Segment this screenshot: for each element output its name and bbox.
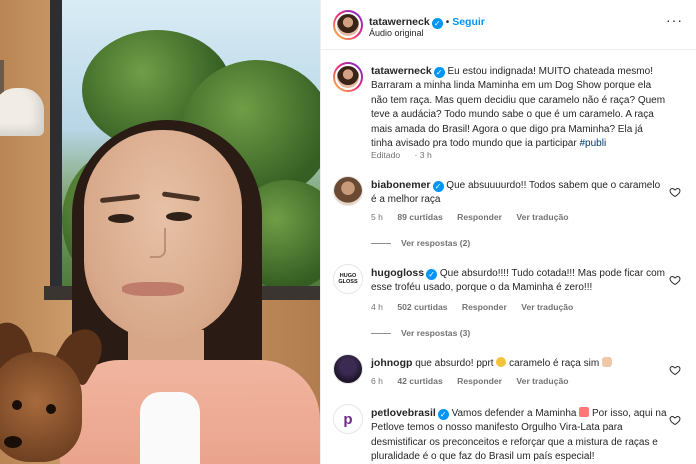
comment-body-continued: caramelo é raça sim: [509, 358, 600, 369]
clap-emoji-icon: [601, 357, 612, 367]
translate-button[interactable]: Ver tradução: [521, 302, 573, 312]
audio-label[interactable]: Áudio original: [369, 28, 424, 38]
white-tee: [140, 392, 200, 464]
reply-button[interactable]: Responder: [462, 302, 507, 312]
comment-meta: 6 h 42 curtidas Responder Ver tradução: [371, 376, 580, 386]
like-count[interactable]: 42 curtidas: [397, 376, 442, 386]
dog-nose: [4, 436, 22, 448]
comment-item: HUGO GLOSS hugogloss ✓ Que absurdo!!!! Tu…: [333, 264, 685, 348]
more-options-icon[interactable]: ···: [666, 12, 683, 28]
avatar[interactable]: [333, 354, 363, 384]
avatar[interactable]: [333, 10, 363, 40]
lips: [122, 282, 184, 296]
post-panel: tatawerneck ✓ • Seguir Áudio original ··· t…: [320, 0, 696, 464]
view-replies-button[interactable]: Ver respostas (3): [371, 328, 470, 338]
comment-item: biabonemer ✓ Que absuuuurdo!! Todos sabem…: [333, 176, 685, 256]
eye: [166, 212, 192, 221]
post-photo[interactable]: [0, 0, 320, 464]
verified-badge-icon: ✓: [432, 181, 444, 192]
hashtag-link[interactable]: #publi: [579, 138, 606, 149]
comment-item: johnogp que absurdo! pprt caramelo é raç…: [333, 354, 685, 394]
sos-emoji-icon: [579, 407, 590, 417]
separator-dot: •: [445, 17, 450, 28]
lamp: [0, 88, 44, 136]
like-count[interactable]: 502 curtidas: [397, 302, 447, 312]
nose: [150, 228, 166, 258]
dog-eye: [46, 404, 56, 414]
lamp-arm: [0, 60, 4, 94]
reply-button[interactable]: Responder: [457, 376, 502, 386]
like-heart-icon[interactable]: [669, 186, 681, 198]
translate-button[interactable]: Ver tradução: [516, 376, 568, 386]
comment-text: hugogloss ✓ Que absurdo!!!! Tudo cotada!!…: [371, 266, 667, 296]
comment-time: 5 h: [371, 212, 383, 222]
comment-username[interactable]: biabonemer: [371, 179, 431, 191]
replies-line: [371, 333, 391, 335]
eye: [108, 214, 134, 223]
caption-body: Eu estou indignada! MUITO chateada mesmo…: [371, 66, 666, 150]
comment-item: p petlovebrasil ✓ Vamos defender a Maminh…: [333, 404, 685, 464]
avatar[interactable]: p: [333, 404, 363, 434]
edited-label: Editado · 3 h: [371, 150, 432, 160]
avatar[interactable]: [333, 176, 363, 206]
comment-meta: 5 h 89 curtidas Responder Ver tradução: [371, 212, 580, 222]
post-header: tatawerneck ✓ • Seguir Áudio original ···: [321, 0, 696, 50]
comment-username[interactable]: johnogp: [371, 357, 412, 369]
username[interactable]: tatawerneck: [371, 65, 432, 77]
caption-text: tatawerneck ✓ Eu estou indignada! MUITO c…: [371, 64, 667, 151]
translate-button[interactable]: Ver tradução: [516, 212, 568, 222]
comment-text: petlovebrasil ✓ Vamos defender a Maminha …: [371, 406, 667, 464]
comment-body: que absurdo! pprt: [415, 358, 494, 369]
reply-button[interactable]: Responder: [457, 212, 502, 222]
dog-eye: [12, 400, 22, 410]
like-heart-icon[interactable]: [669, 274, 681, 286]
like-heart-icon[interactable]: [669, 414, 681, 426]
comment-text: johnogp que absurdo! pprt caramelo é raç…: [371, 356, 667, 371]
comment-meta: 4 h 502 curtidas Responder Ver tradução: [371, 302, 585, 312]
username[interactable]: tatawerneck: [369, 16, 430, 28]
like-count[interactable]: 89 curtidas: [397, 212, 442, 222]
comment-username[interactable]: hugogloss: [371, 267, 424, 279]
grimace-emoji-icon: [496, 357, 507, 367]
comment-body: Vamos defender a Maminha: [451, 408, 577, 419]
replies-line: [371, 243, 391, 245]
comment-time: 4 h: [371, 302, 383, 312]
follow-button[interactable]: Seguir: [452, 16, 485, 28]
avatar[interactable]: HUGO GLOSS: [333, 264, 363, 294]
comment-time: 6 h: [371, 376, 383, 386]
view-replies-button[interactable]: Ver respostas (2): [371, 238, 470, 248]
verified-badge-icon: ✓: [426, 269, 438, 280]
verified-badge-icon: ✓: [437, 409, 449, 420]
avatar[interactable]: [333, 62, 363, 92]
verified-badge-icon: ✓: [431, 18, 443, 29]
comment-username[interactable]: petlovebrasil: [371, 407, 436, 419]
verified-badge-icon: ✓: [433, 67, 445, 78]
comment-text: biabonemer ✓ Que absuuuurdo!! Todos sabem…: [371, 178, 667, 208]
caption-meta: Editado · 3 h: [371, 150, 456, 160]
post-caption: tatawerneck ✓ Eu estou indignada! MUITO c…: [333, 62, 685, 164]
like-heart-icon[interactable]: [669, 364, 681, 376]
dog-maminha: [0, 316, 111, 464]
